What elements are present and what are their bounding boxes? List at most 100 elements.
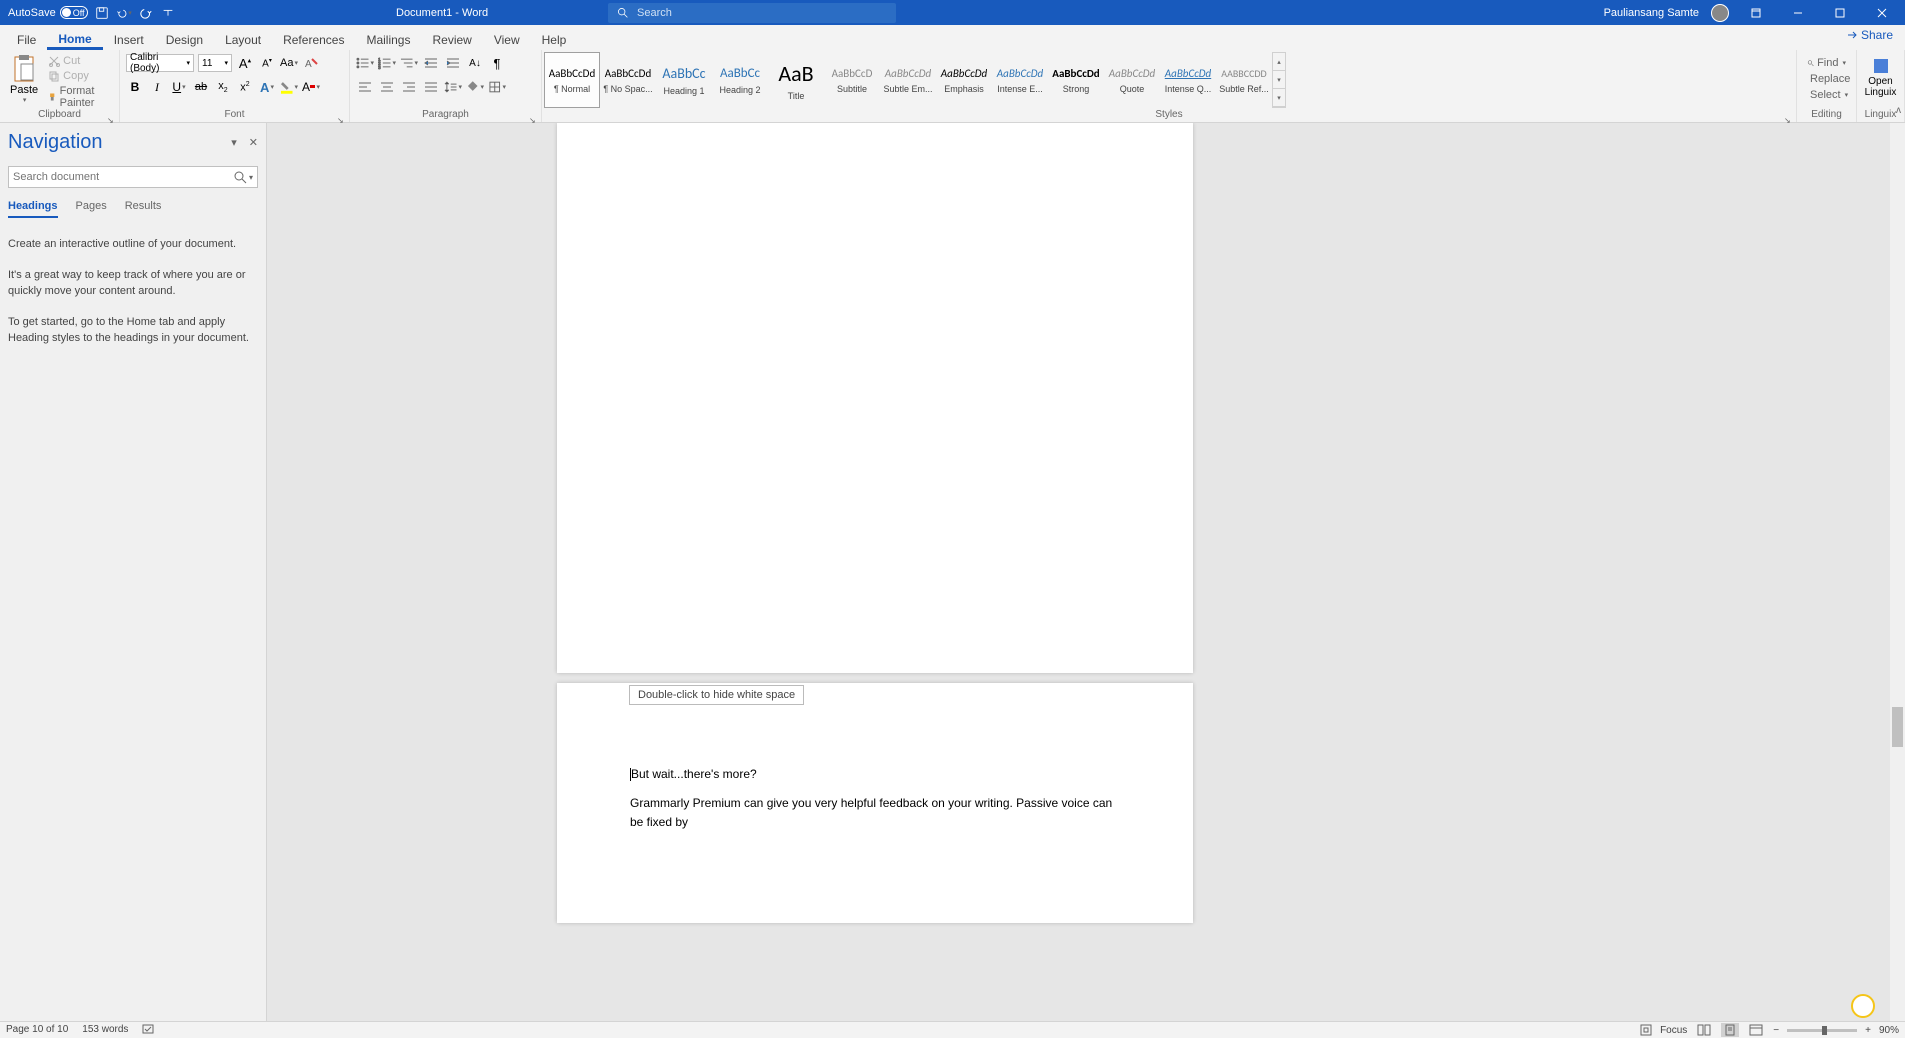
align-center-icon[interactable] bbox=[378, 78, 396, 96]
clipboard-launcher[interactable] bbox=[107, 110, 117, 120]
close-icon[interactable] bbox=[1867, 0, 1897, 25]
vertical-scrollbar[interactable] bbox=[1890, 123, 1905, 1021]
qat-customize-icon[interactable] bbox=[160, 5, 176, 21]
navtab-pages[interactable]: Pages bbox=[76, 200, 107, 218]
tab-layout[interactable]: Layout bbox=[214, 29, 272, 50]
focus-mode-button[interactable]: Focus bbox=[1660, 1025, 1687, 1036]
style-subtitle[interactable]: AaBbCcDSubtitle bbox=[824, 52, 880, 108]
shading-icon[interactable] bbox=[466, 78, 484, 96]
tab-insert[interactable]: Insert bbox=[103, 29, 155, 50]
status-page[interactable]: Page 10 of 10 bbox=[6, 1024, 68, 1036]
collapse-ribbon-icon[interactable]: ʌ bbox=[1896, 105, 1901, 116]
style--no-spac-[interactable]: AaBbCcDd¶ No Spac... bbox=[600, 52, 656, 108]
show-marks-icon[interactable]: ¶ bbox=[488, 54, 506, 72]
styles-launcher[interactable] bbox=[1784, 110, 1794, 120]
style-quote[interactable]: AaBbCcDdQuote bbox=[1104, 52, 1160, 108]
bullets-icon[interactable] bbox=[356, 54, 374, 72]
navpane-search[interactable]: ▾ bbox=[8, 166, 258, 188]
user-avatar[interactable] bbox=[1711, 4, 1729, 22]
tab-home[interactable]: Home bbox=[47, 28, 102, 50]
search-icon[interactable] bbox=[233, 170, 247, 184]
search-box[interactable]: Search bbox=[608, 3, 896, 23]
open-linguix-button[interactable]: Open Linguix bbox=[1863, 52, 1898, 98]
multilevel-list-icon[interactable] bbox=[400, 54, 418, 72]
style-intense-q-[interactable]: AaBbCcDdIntense Q... bbox=[1160, 52, 1216, 108]
navpane-options-icon[interactable]: ▾ bbox=[231, 136, 237, 149]
tab-mailings[interactable]: Mailings bbox=[355, 29, 421, 50]
minimize-icon[interactable] bbox=[1783, 0, 1813, 25]
strikethrough-icon[interactable]: ab bbox=[192, 78, 210, 96]
doc-paragraph-2[interactable]: Grammarly Premium can give you very help… bbox=[630, 794, 1120, 832]
scrollbar-thumb[interactable] bbox=[1892, 707, 1903, 747]
document-area[interactable]: Double-click to hide white space But wai… bbox=[267, 123, 1890, 1021]
underline-icon[interactable]: U bbox=[170, 78, 188, 96]
zoom-in-icon[interactable]: + bbox=[1865, 1025, 1871, 1036]
tab-file[interactable]: File bbox=[6, 29, 47, 50]
tab-references[interactable]: References bbox=[272, 29, 355, 50]
copy-button[interactable]: Copy bbox=[46, 69, 113, 83]
select-button[interactable]: Select bbox=[1805, 88, 1848, 102]
highlight-icon[interactable] bbox=[280, 78, 298, 96]
format-painter-button[interactable]: Format Painter bbox=[46, 84, 113, 110]
borders-icon[interactable] bbox=[488, 78, 506, 96]
web-layout-icon[interactable] bbox=[1747, 1023, 1765, 1037]
style-emphasis[interactable]: AaBbCcDdEmphasis bbox=[936, 52, 992, 108]
focus-icon[interactable] bbox=[1640, 1024, 1652, 1036]
increase-indent-icon[interactable] bbox=[444, 54, 462, 72]
numbering-icon[interactable]: 123 bbox=[378, 54, 396, 72]
font-name-select[interactable]: Calibri (Body)▾ bbox=[126, 54, 194, 72]
read-mode-icon[interactable] bbox=[1695, 1023, 1713, 1037]
shrink-font-icon[interactable]: A▾ bbox=[258, 54, 276, 72]
status-words[interactable]: 153 words bbox=[82, 1024, 128, 1036]
font-launcher[interactable] bbox=[337, 110, 347, 120]
save-icon[interactable] bbox=[94, 5, 110, 21]
navtab-headings[interactable]: Headings bbox=[8, 200, 58, 218]
superscript-icon[interactable]: x2 bbox=[236, 78, 254, 96]
doc-paragraph-1[interactable]: But wait...there's more? bbox=[631, 767, 757, 781]
find-button[interactable]: Find bbox=[1805, 56, 1848, 70]
spellcheck-icon[interactable] bbox=[142, 1024, 156, 1036]
tab-design[interactable]: Design bbox=[155, 29, 214, 50]
redo-icon[interactable] bbox=[138, 5, 154, 21]
share-button[interactable]: Share bbox=[1846, 28, 1893, 42]
align-left-icon[interactable] bbox=[356, 78, 374, 96]
styles-scroll[interactable]: ▴▾▾ bbox=[1272, 52, 1286, 108]
align-right-icon[interactable] bbox=[400, 78, 418, 96]
page-current[interactable]: But wait...there's more? Grammarly Premi… bbox=[557, 683, 1193, 923]
subscript-icon[interactable]: x2 bbox=[214, 78, 232, 96]
tab-review[interactable]: Review bbox=[421, 29, 482, 50]
style--normal[interactable]: AaBbCcDd¶ Normal bbox=[544, 52, 600, 108]
justify-icon[interactable] bbox=[422, 78, 440, 96]
navpane-close-icon[interactable]: ✕ bbox=[249, 136, 258, 149]
decrease-indent-icon[interactable] bbox=[422, 54, 440, 72]
page-previous[interactable] bbox=[557, 123, 1193, 673]
style-heading-1[interactable]: AaBbCcHeading 1 bbox=[656, 52, 712, 108]
grow-font-icon[interactable]: A▴ bbox=[236, 54, 254, 72]
navpane-search-dropdown-icon[interactable]: ▾ bbox=[249, 173, 253, 182]
italic-icon[interactable]: I bbox=[148, 78, 166, 96]
ribbon-display-icon[interactable] bbox=[1741, 0, 1771, 25]
font-color-icon[interactable]: A bbox=[302, 78, 320, 96]
tab-view[interactable]: View bbox=[483, 29, 531, 50]
navtab-results[interactable]: Results bbox=[125, 200, 162, 218]
bold-icon[interactable]: B bbox=[126, 78, 144, 96]
sort-icon[interactable]: A↓ bbox=[466, 54, 484, 72]
autosave-toggle[interactable]: AutoSave Off bbox=[8, 6, 88, 19]
text-effects-icon[interactable]: A bbox=[258, 78, 276, 96]
style-intense-e-[interactable]: AaBbCcDdIntense E... bbox=[992, 52, 1048, 108]
cut-button[interactable]: Cut bbox=[46, 54, 113, 68]
font-size-select[interactable]: 11▾ bbox=[198, 54, 232, 72]
zoom-slider[interactable] bbox=[1787, 1029, 1857, 1032]
zoom-level[interactable]: 90% bbox=[1879, 1025, 1899, 1036]
replace-button[interactable]: Replace bbox=[1805, 72, 1848, 86]
style-title[interactable]: AaBTitle bbox=[768, 52, 824, 108]
line-spacing-icon[interactable] bbox=[444, 78, 462, 96]
style-strong[interactable]: AaBbCcDdStrong bbox=[1048, 52, 1104, 108]
change-case-icon[interactable]: Aa bbox=[280, 54, 298, 72]
print-layout-icon[interactable] bbox=[1721, 1023, 1739, 1037]
undo-icon[interactable] bbox=[116, 5, 132, 21]
style-heading-2[interactable]: AaBbCcHeading 2 bbox=[712, 52, 768, 108]
grammarly-badge-icon[interactable] bbox=[1851, 994, 1875, 1018]
zoom-out-icon[interactable]: − bbox=[1773, 1025, 1779, 1036]
clear-formatting-icon[interactable]: A bbox=[302, 54, 320, 72]
